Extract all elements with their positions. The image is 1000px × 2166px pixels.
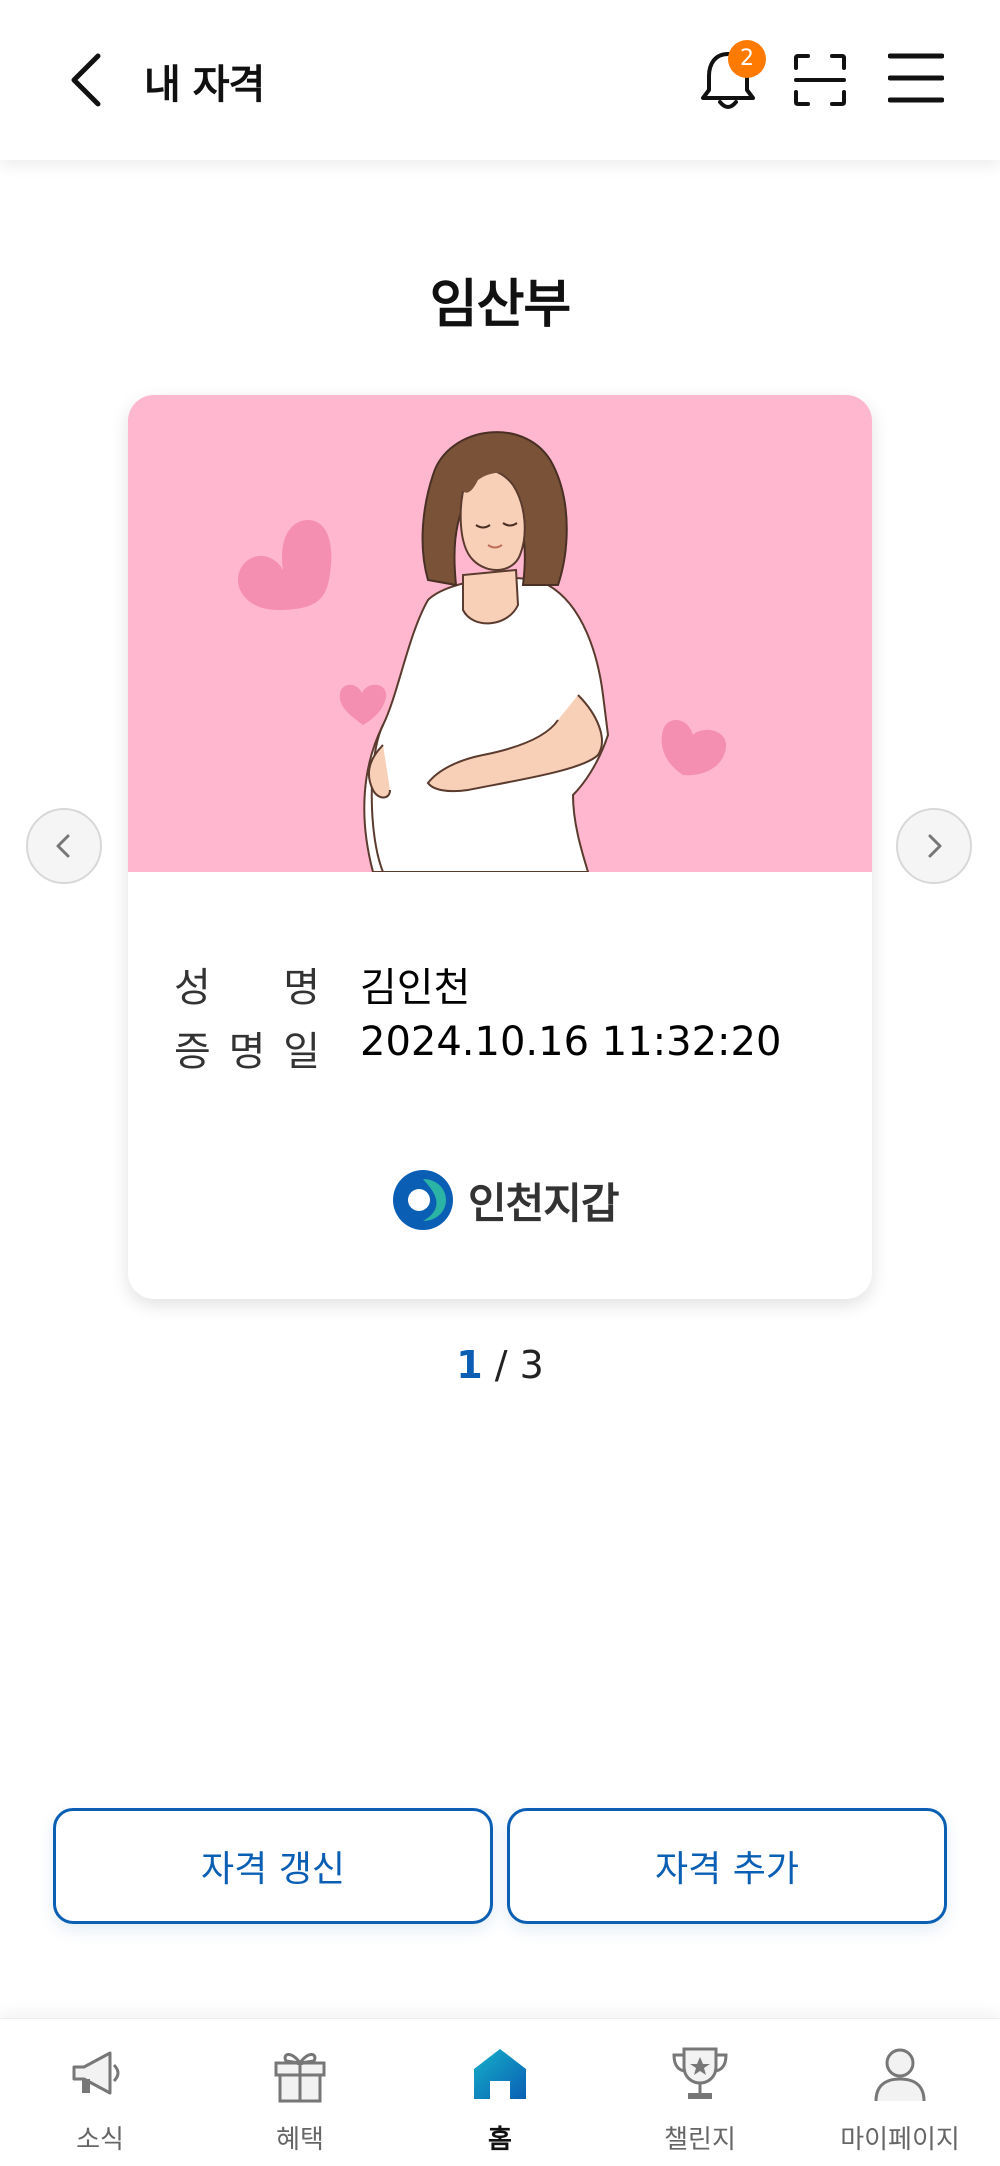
pager-separator: / bbox=[482, 1343, 520, 1387]
gift-icon bbox=[274, 2053, 326, 2103]
renew-qualification-button[interactable]: 자격 갱신 bbox=[53, 1808, 493, 1924]
nav-home[interactable]: 홈 bbox=[400, 2019, 600, 2166]
carousel-pager: 1 / 3 bbox=[0, 1343, 1000, 1387]
carousel-next-button[interactable] bbox=[896, 808, 972, 884]
scan-button[interactable] bbox=[792, 52, 848, 108]
pager-current: 1 bbox=[456, 1343, 483, 1387]
person-icon bbox=[874, 2048, 926, 2102]
chevron-right-icon bbox=[928, 834, 942, 858]
back-button[interactable] bbox=[64, 50, 114, 110]
bottom-navigation: 소식 혜택 홈 챌린지 마이페이지 bbox=[0, 2018, 1000, 2166]
home-icon bbox=[474, 2049, 526, 2099]
nav-mypage[interactable]: 마이페이지 bbox=[800, 2019, 1000, 2166]
incheon-wallet-logo-icon bbox=[393, 1170, 453, 1230]
scan-icon bbox=[794, 54, 846, 106]
chevron-left-icon bbox=[56, 834, 70, 858]
nav-benefits[interactable]: 혜택 bbox=[200, 2019, 400, 2166]
nav-news[interactable]: 소식 bbox=[0, 2019, 200, 2166]
megaphone-icon bbox=[72, 2051, 120, 2095]
pregnant-woman-illustration bbox=[128, 395, 872, 873]
carousel-prev-button[interactable] bbox=[26, 808, 102, 884]
hamburger-menu-icon bbox=[887, 53, 945, 103]
certified-date-row: 증 명 일 2024.10.16 11:32:20 bbox=[174, 1019, 782, 1075]
name-label: 성 명 bbox=[174, 965, 320, 1011]
qualification-title: 임산부 bbox=[429, 275, 572, 335]
name-value: 김인천 bbox=[360, 965, 471, 1011]
pager-total: 3 bbox=[519, 1343, 544, 1387]
nav-challenge[interactable]: 챌린지 bbox=[600, 2019, 800, 2166]
app-header: 내 자격 2 bbox=[0, 0, 1000, 160]
qualification-card[interactable]: 성 명 김인천 증 명 일 2024.10.16 11:32:20 인천지갑 bbox=[128, 395, 872, 1299]
certified-date-label: 증 명 일 bbox=[174, 1029, 320, 1075]
incheon-wallet-logo: 인천지갑 bbox=[392, 1167, 620, 1233]
add-qualification-button[interactable]: 자격 추가 bbox=[507, 1808, 947, 1924]
certified-date-value: 2024.10.16 11:32:20 bbox=[360, 1019, 782, 1065]
notification-badge: 2 bbox=[728, 40, 766, 78]
name-row: 성 명 김인천 bbox=[174, 955, 471, 1011]
page-title: 내 자격 bbox=[144, 62, 265, 108]
trophy-icon bbox=[672, 2047, 728, 2099]
menu-button[interactable] bbox=[887, 52, 945, 104]
chevron-left-icon bbox=[71, 53, 101, 107]
